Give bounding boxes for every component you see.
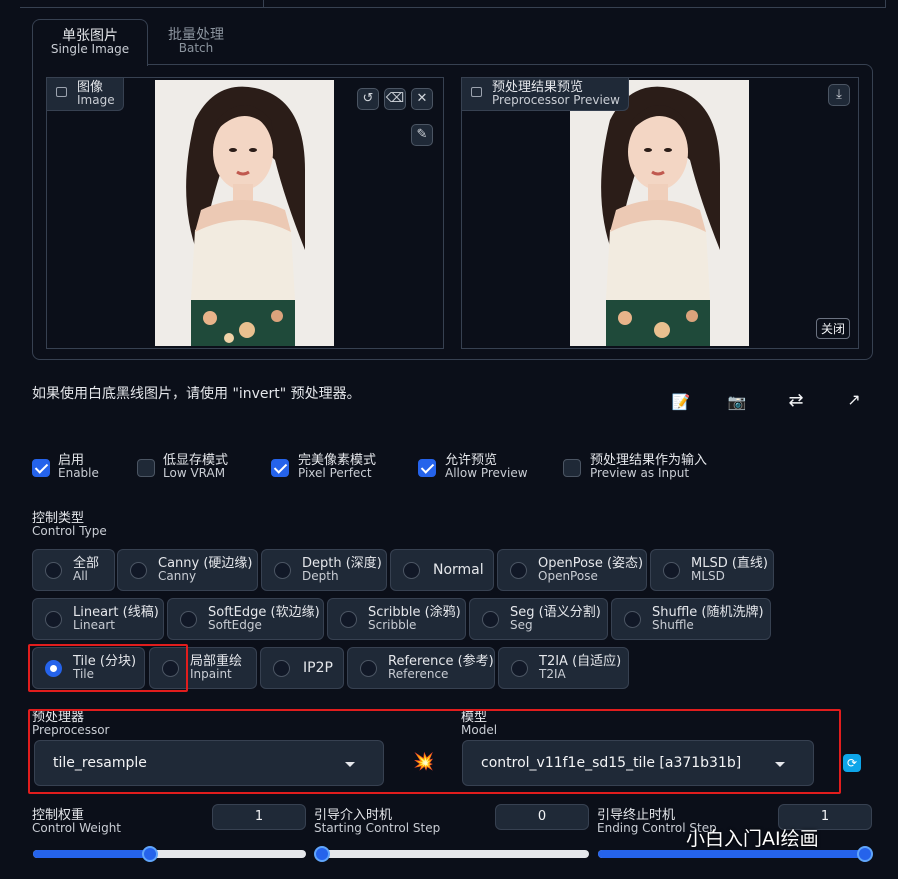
control-type-openpose[interactable]: OpenPose (姿态) OpenPose [497,549,647,591]
control-type-softedge[interactable]: SoftEdge (软边缘) SoftEdge [167,598,324,640]
control-type-all[interactable]: 全部 All [32,549,115,591]
allow-preview-label: 允许预览 Allow Preview [445,453,528,480]
radio-dot [180,611,197,628]
image-input-label: 图像 Image [47,78,124,111]
send-dimensions-icon[interactable]: ↗ [844,390,864,410]
control-type-t2ia[interactable]: T2IA (自适应) T2IA [498,647,629,689]
download-icon[interactable]: ⤓ [828,84,850,106]
control-weight-input[interactable]: 1 [212,804,306,830]
preview-photo [570,80,749,346]
ending-step-slider[interactable] [598,846,873,862]
tab-batch[interactable]: 批量处理 Batch [150,19,242,64]
tab-single-image[interactable]: 单张图片 Single Image [32,19,148,66]
radio-dot [663,562,680,579]
image-panel: 图像 Image ↺ ⌫ ✕ ✎ 预处理结果预览 Preprocessor Pr… [32,64,873,360]
enable-checkbox[interactable] [32,459,50,477]
radio-dot [340,611,357,628]
radio-dot [403,562,420,579]
rotate-icon[interactable]: ↺ [357,88,379,110]
starting-step-slider[interactable] [314,846,589,862]
low-vram-checkbox[interactable] [137,459,155,477]
portrait-illustration [155,80,334,346]
low-vram-label: 低显存模式 Low VRAM [163,453,229,480]
image-input-box[interactable]: 图像 Image ↺ ⌫ ✕ ✎ [46,77,444,349]
close-icon[interactable]: ✕ [411,88,433,110]
starting-step-label: 引导介入时机 Starting Control Step [314,808,441,835]
edit-document-icon[interactable]: 📝 [671,392,691,412]
control-weight-slider[interactable] [33,846,306,862]
allow-preview-checkbox[interactable] [418,459,436,477]
model-select[interactable]: control_v11f1e_sd15_tile [a371b31b] [462,740,814,786]
chevron-down-icon [345,762,355,767]
control-weight-label: 控制权重 Control Weight [32,808,121,835]
control-type-label: 控制类型 Control Type [32,511,107,538]
top-tab-edge [20,0,264,8]
radio-dot [511,660,528,677]
watermark-text: 小白入门AI绘画 [686,828,819,850]
radio-dot [162,660,179,677]
pixel-perfect-checkbox[interactable] [271,459,289,477]
control-type-normal[interactable]: Normal [390,549,494,591]
input-photo [155,80,334,346]
close-preview-button[interactable]: 关闭 [816,318,851,339]
control-type-mlsd[interactable]: MLSD (直线) MLSD [650,549,774,591]
control-type-reference[interactable]: Reference (参考) Reference [347,647,495,689]
top-strip [0,0,898,12]
control-type-lineart[interactable]: Lineart (线稿) Lineart [32,598,164,640]
control-type-tile[interactable]: Tile (分块) Tile [32,647,145,689]
preview-as-input-checkbox[interactable] [563,459,581,477]
refresh-models-icon[interactable]: ⟳ [843,754,861,772]
preprocessor-label: 预处理器 Preprocessor [32,710,110,737]
brush-icon[interactable]: ✎ [411,124,433,146]
radio-dot [130,562,147,579]
radio-dot [273,660,290,677]
image-icon [471,87,482,97]
control-type-canny[interactable]: Canny (硬边缘) Canny [117,549,258,591]
pixel-perfect-label: 完美像素模式 Pixel Perfect [298,453,377,480]
portrait-preview-illustration [570,80,749,346]
slider-fill [598,850,871,858]
preprocessor-select[interactable]: tile_resample [34,740,384,786]
swap-icon[interactable]: ⇄ [786,391,806,411]
slider-fill [33,850,150,858]
slider-thumb[interactable] [142,846,158,862]
preprocessor-preview-label: 预处理结果预览 Preprocessor Preview [462,78,629,111]
image-icon [56,87,67,97]
radio-dot [360,660,377,677]
radio-dot [45,611,62,628]
control-type-ip2p[interactable]: IP2P [260,647,344,689]
slider-thumb[interactable] [857,846,873,862]
run-preprocessor-icon[interactable]: 💥 [413,752,434,772]
eraser-icon[interactable]: ⌫ [384,88,406,110]
radio-dot [510,562,527,579]
top-panel-edge [264,0,886,8]
slider-thumb[interactable] [314,846,330,862]
control-type-shuffle[interactable]: Shuffle (随机洗牌) Shuffle [611,598,771,640]
enable-label: 启用 Enable [58,453,99,480]
camera-icon[interactable]: 📷 [727,392,747,412]
model-label: 模型 Model [461,710,498,737]
preview-as-input-label: 预处理结果作为输入 Preview as Input [590,453,708,480]
preprocessor-preview-box: 预处理结果预览 Preprocessor Preview ⤓ 关闭 [461,77,859,349]
control-type-scribble[interactable]: Scribble (涂鸦) Scribble [327,598,466,640]
radio-dot [482,611,499,628]
radio-dot-selected [45,660,62,677]
invert-hint-text: 如果使用白底黑线图片，请使用 "invert" 预处理器。 [32,386,361,402]
radio-dot [274,562,291,579]
radio-dot [624,611,641,628]
control-type-inpaint[interactable]: 局部重绘 Inpaint [149,647,257,689]
radio-dot [45,562,62,579]
chevron-down-icon [775,762,785,767]
control-type-depth[interactable]: Depth (深度) Depth [261,549,387,591]
control-type-seg[interactable]: Seg (语义分割) Seg [469,598,608,640]
starting-step-input[interactable]: 0 [495,804,589,830]
